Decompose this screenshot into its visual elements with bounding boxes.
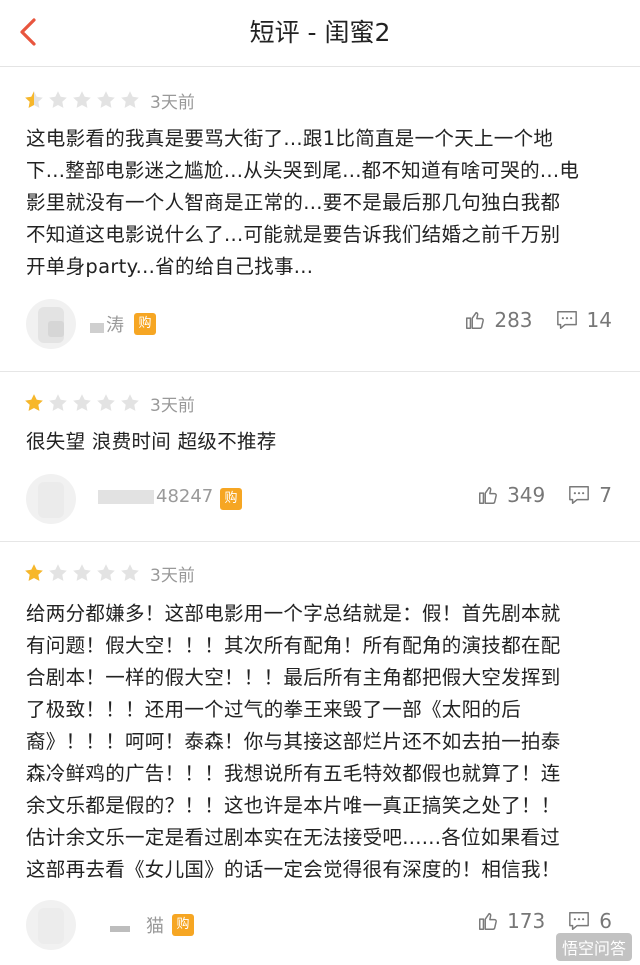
- like-count: 173: [507, 909, 546, 933]
- review-item: 3天前 很失望 浪费时间 超级不推荐 48247 购 349 7: [0, 372, 640, 542]
- comment-button[interactable]: 6: [567, 909, 612, 933]
- review-item: 3天前 给两分都嫌多！这部电影用一个字总结就是：假！首先剧本就 有问题！假大空！…: [0, 542, 640, 965]
- comment-count: 7: [599, 483, 612, 507]
- comment-button[interactable]: 14: [555, 308, 612, 332]
- star-icon: [25, 564, 43, 581]
- star-icon: [49, 564, 67, 581]
- star-rating: [24, 393, 140, 413]
- review-line: 很失望 浪费时间 超级不推荐: [26, 430, 277, 453]
- review-time: 3天前: [150, 92, 195, 113]
- review-item: 3天前 这电影看的我真是要骂大街了...跟1比简直是一个天上一个地 下...整部…: [0, 67, 640, 372]
- review-line: 估计余文乐一定是看过剧本实在无法接受吧......各位如果看过: [26, 826, 560, 849]
- comment-count: 14: [586, 308, 612, 332]
- like-button[interactable]: 349: [477, 483, 545, 507]
- thumbs-up-icon: [479, 912, 497, 930]
- like-button[interactable]: 283: [464, 308, 533, 332]
- review-line: 森冷鲜鸡的广告！！！我想说所有五毛特效都假也就算了！连: [26, 762, 561, 785]
- star-icon: [25, 394, 43, 411]
- review-text: 给两分都嫌多！这部电影用一个字总结就是：假！首先剧本就 有问题！假大空！！！其次…: [0, 598, 640, 886]
- top-nav-bar: 短评 - 闺蜜2: [0, 0, 640, 67]
- comment-icon: [556, 311, 577, 329]
- username[interactable]: 猫: [146, 912, 164, 938]
- star-icon: [73, 394, 91, 411]
- review-meta: 48247 购 349 7: [0, 468, 640, 530]
- username[interactable]: 涛: [106, 311, 124, 337]
- star-icon: [121, 91, 139, 108]
- review-line: 开单身party...省的给自己找事...: [26, 255, 314, 278]
- star-icon: [73, 564, 91, 581]
- review-line: 裔》！！！呵呵！泰森！你与其接这部烂片还不如去拍一拍泰: [26, 730, 561, 753]
- star-icon: [121, 564, 139, 581]
- star-icon: [97, 564, 115, 581]
- star-icon: [49, 394, 67, 411]
- like-count: 349: [507, 483, 546, 507]
- review-line: 这部再去看《女儿国》的话一定会觉得很有深度的！相信我！: [26, 858, 561, 881]
- comment-icon: [569, 486, 590, 504]
- thumbs-up-icon: [466, 311, 485, 329]
- review-line: 下...整部电影迷之尴尬...从头哭到尾...都不知道有啥可哭的...电: [26, 159, 580, 182]
- review-line: 影里就没有一个人智商是正常的...要不是最后那几句独白我都: [26, 191, 561, 214]
- avatar[interactable]: [26, 900, 76, 950]
- review-line: 余文乐都是假的？！！这也许是本片唯一真正搞笑之处了！！: [26, 794, 561, 817]
- review-meta: 涛 购 283 14: [0, 293, 640, 355]
- review-time: 3天前: [150, 395, 195, 416]
- comment-button[interactable]: 7: [567, 483, 612, 507]
- star-icon: [97, 394, 115, 411]
- star-icon: [121, 394, 139, 411]
- avatar[interactable]: [26, 299, 76, 349]
- star-icon: [97, 91, 115, 108]
- review-text: 很失望 浪费时间 超级不推荐: [0, 426, 640, 458]
- watermark: 悟空问答: [555, 933, 632, 961]
- page-title: 短评 - 闺蜜2: [249, 18, 391, 47]
- rating-row: 3天前: [0, 372, 640, 418]
- star-rating: [24, 563, 140, 583]
- star-icon: [73, 91, 91, 108]
- rating-row: 3天前: [0, 67, 640, 115]
- review-time: 3天前: [150, 565, 195, 586]
- review-line: 这电影看的我真是要骂大街了...跟1比简直是一个天上一个地: [26, 127, 554, 150]
- purchase-badge: 购: [172, 914, 194, 936]
- comment-count: 6: [599, 909, 612, 933]
- review-line: 给两分都嫌多！这部电影用一个字总结就是：假！首先剧本就: [26, 602, 561, 625]
- username[interactable]: 48247: [156, 486, 213, 507]
- review-line: 合剧本！一样的假大空！！！最后所有主角都把假大空发挥到: [26, 666, 561, 689]
- purchase-badge: 购: [220, 488, 242, 510]
- review-line: 有问题！假大空！！！其次所有配角！所有配角的演技都在配: [26, 634, 561, 657]
- thumbs-up-icon: [479, 486, 497, 504]
- star-icon: [49, 91, 67, 108]
- review-line: 不知道这电影说什么了...可能就是要告诉我们结婚之前千万别: [26, 223, 561, 246]
- review-text: 这电影看的我真是要骂大街了...跟1比简直是一个天上一个地 下...整部电影迷之…: [0, 123, 640, 283]
- like-count: 283: [494, 308, 533, 332]
- star-icon: [25, 91, 43, 108]
- review-line: 了极致！！！还用一个过气的拳王来毁了一部《太阳的后: [26, 698, 522, 721]
- comment-icon: [569, 912, 590, 930]
- review-meta: 猫 购 173 6: [0, 892, 640, 954]
- avatar[interactable]: [26, 474, 76, 524]
- like-button[interactable]: 173: [477, 909, 545, 933]
- purchase-badge: 购: [134, 313, 156, 335]
- star-rating: [24, 90, 140, 110]
- rating-row: 3天前: [0, 542, 640, 588]
